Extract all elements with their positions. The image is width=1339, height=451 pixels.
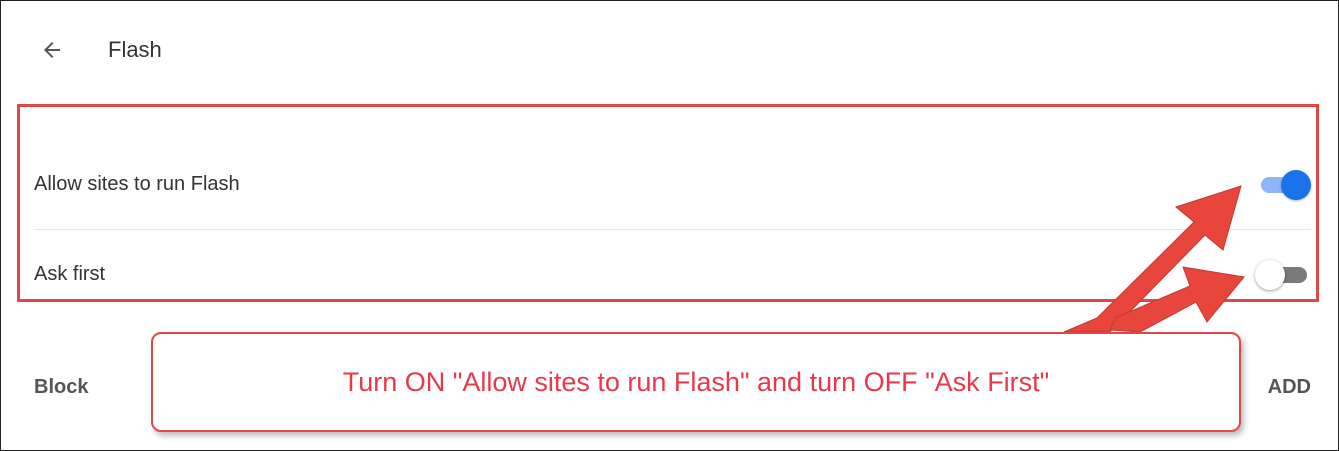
allow-flash-row[interactable]: Allow sites to run Flash (34, 162, 1311, 206)
ask-first-toggle[interactable] (1255, 257, 1311, 291)
ask-first-label: Ask first (34, 262, 106, 285)
arrow-left-icon (44, 42, 60, 58)
page-title: Flash (108, 37, 162, 62)
allow-flash-label: Allow sites to run Flash (34, 172, 240, 195)
toggle-knob (1281, 170, 1311, 200)
annotation-callout: Turn ON "Allow sites to run Flash" and t… (151, 332, 1241, 432)
back-button[interactable] (34, 32, 70, 68)
annotation-text: Turn ON "Allow sites to run Flash" and t… (342, 366, 1050, 397)
add-button[interactable]: ADD (1268, 376, 1311, 399)
ask-first-row[interactable]: Ask first (34, 252, 1311, 296)
block-label: Block (34, 375, 89, 398)
toggle-knob (1255, 260, 1285, 290)
divider (34, 229, 1311, 230)
page-header: Flash (34, 28, 162, 72)
allow-flash-toggle[interactable] (1255, 167, 1311, 201)
